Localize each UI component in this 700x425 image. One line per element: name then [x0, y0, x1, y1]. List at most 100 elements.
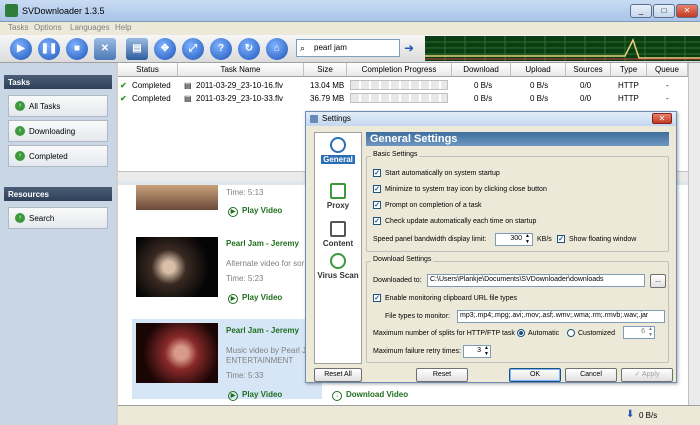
- nav-general[interactable]: General: [315, 137, 361, 164]
- video-thumbnail[interactable]: [136, 323, 218, 383]
- folder-icon[interactable]: ▤: [126, 38, 148, 60]
- spinner-icon[interactable]: ▲ ▼: [525, 233, 530, 245]
- minimize-tray-checkbox[interactable]: ✓ Minimize to system tray icon by clickin…: [373, 185, 547, 193]
- dialog-titlebar: Settings ✕: [306, 112, 676, 126]
- speed-graph: [425, 36, 700, 61]
- check-icon: ✔: [120, 81, 127, 90]
- download-video-link[interactable]: ↓ Download Video: [332, 390, 408, 401]
- stop-icon[interactable]: ■: [66, 38, 88, 60]
- menu-options[interactable]: Options: [34, 23, 62, 32]
- prompt-completion-checkbox[interactable]: ✓ Prompt on completion of a task: [373, 201, 482, 209]
- spinner-icon[interactable]: ▲ ▼: [484, 345, 489, 357]
- check-update-checkbox[interactable]: ✓ Check update automatically each time on…: [373, 217, 536, 225]
- col-download[interactable]: Download: [452, 63, 511, 77]
- tasks-header: Tasks: [4, 75, 112, 89]
- check-icon: ✓: [373, 217, 381, 225]
- col-size[interactable]: Size: [304, 63, 347, 77]
- col-type[interactable]: Type: [611, 63, 647, 77]
- show-floating-checkbox[interactable]: ✓ Show floating window: [557, 235, 636, 243]
- start-startup-checkbox[interactable]: ✓ Start automatically on system startup: [373, 169, 500, 177]
- content-icon: [330, 221, 346, 237]
- minimize-button[interactable]: _: [630, 4, 652, 18]
- checkbox-label: Show floating window: [569, 235, 637, 243]
- row-upload: 0 B/s: [530, 94, 549, 103]
- retry-value: 3: [477, 347, 481, 354]
- file-icon: ▤: [184, 81, 192, 90]
- video-title[interactable]: Pearl Jam - Jeremy: [226, 239, 299, 248]
- progress-bar: [350, 80, 448, 90]
- menu-help[interactable]: Help: [115, 23, 131, 32]
- sidebar-item-all-tasks[interactable]: › All Tasks: [8, 95, 108, 117]
- nav-virus-scan[interactable]: Virus Scan: [315, 253, 361, 280]
- check-icon: ✓: [373, 169, 381, 177]
- row-status: Completed: [132, 81, 171, 90]
- search-icon: ⌕: [300, 43, 306, 53]
- sidebar-label: Downloading: [29, 127, 76, 136]
- play-icon[interactable]: ▶: [10, 38, 32, 60]
- settings-nav: General Proxy Content Virus Scan: [314, 132, 362, 364]
- row-type: HTTP: [618, 81, 639, 90]
- col-task-name[interactable]: Task Name: [178, 63, 304, 77]
- col-progress[interactable]: Completion Progress: [347, 63, 452, 77]
- menu-bar: Tasks Options Languages Help: [0, 22, 700, 35]
- automatic-radio[interactable]: Automatic: [517, 329, 559, 337]
- row-download: 0 B/s: [474, 81, 493, 90]
- col-status[interactable]: Status: [118, 63, 178, 77]
- ok-button[interactable]: OK: [509, 368, 561, 382]
- video-title[interactable]: Pearl Jam - Jeremy: [226, 326, 299, 335]
- row-sources: 0/0: [580, 94, 592, 103]
- help-icon[interactable]: ?: [210, 38, 232, 60]
- group-legend: Download Settings: [371, 256, 434, 263]
- nav-proxy[interactable]: Proxy: [315, 183, 361, 210]
- cancel-button[interactable]: Cancel: [565, 368, 617, 382]
- go-arrow-icon[interactable]: ➜: [404, 41, 418, 55]
- col-upload[interactable]: Upload: [511, 63, 566, 77]
- delete-icon[interactable]: ✕: [94, 38, 116, 60]
- video-thumbnail[interactable]: [136, 185, 218, 210]
- customized-radio[interactable]: Customized: [567, 329, 615, 337]
- video-time: Time: 5:33: [226, 371, 264, 380]
- video-description: Alternate video for sor: [226, 259, 305, 268]
- menu-tasks[interactable]: Tasks: [8, 23, 28, 32]
- dialog-close-button[interactable]: ✕: [652, 113, 672, 124]
- col-sources[interactable]: Sources: [566, 63, 611, 77]
- play-video-link[interactable]: ▶ Play Video: [228, 293, 282, 304]
- col-queue[interactable]: Queue: [647, 63, 688, 77]
- close-button[interactable]: ✕: [676, 4, 698, 18]
- reset-all-button[interactable]: Reset All: [314, 368, 362, 382]
- search-box[interactable]: ⌕ pearl jam: [296, 39, 400, 57]
- browse-button[interactable]: ...: [650, 274, 666, 288]
- arrow-icon: ›: [15, 151, 25, 161]
- settings-dialog: Settings ✕ General Proxy Content Virus S…: [305, 111, 677, 383]
- monitor-clipboard-checkbox[interactable]: ✓ Enable monitoring clipboard URL file ty…: [373, 294, 517, 302]
- table-row[interactable]: ✔ Completed ▤ 2011-03-29_23-10-33.flv 36…: [118, 92, 688, 105]
- sidebar-item-search[interactable]: › Search: [8, 207, 108, 229]
- nav-content[interactable]: Content: [315, 221, 361, 248]
- play-video-link[interactable]: ▶ Play Video: [228, 206, 282, 217]
- title-bar: SVDownloader 1.3.5 _ □ ✕: [0, 0, 700, 22]
- sidebar-item-completed[interactable]: › Completed: [8, 145, 108, 167]
- search-input[interactable]: pearl jam: [314, 43, 347, 52]
- table-row[interactable]: ✔ Completed ▤ 2011-03-29_23-10-16.flv 13…: [118, 79, 688, 92]
- basic-settings-group: Basic Settings ✓ Start automatically on s…: [366, 151, 669, 252]
- home-icon[interactable]: ⌂: [266, 38, 288, 60]
- reset-button[interactable]: Reset: [416, 368, 468, 382]
- file-types-input[interactable]: mp3;.mp4;.mpg;.avi;.mov;.asf;.wmv;.wma;.…: [457, 310, 665, 323]
- settings-app-icon: [310, 115, 318, 123]
- apply-button[interactable]: ✓ Apply: [621, 368, 673, 382]
- maximize-button[interactable]: □: [653, 4, 675, 18]
- video-description: Music video by Pearl J: [226, 346, 307, 355]
- crop-icon[interactable]: ⤢: [182, 38, 204, 60]
- proxy-icon: [330, 183, 346, 199]
- main-vscroll[interactable]: [688, 63, 700, 405]
- settings-icon[interactable]: ✥: [154, 38, 176, 60]
- download-path-input[interactable]: C:\Users\Plankje\Documents\SVDownloader\…: [427, 274, 645, 287]
- refresh-icon[interactable]: ↻: [238, 38, 260, 60]
- video-thumbnail[interactable]: [136, 237, 218, 297]
- spinner-icon[interactable]: ▲ ▼: [648, 326, 653, 338]
- play-video-link[interactable]: ▶ Play Video: [228, 390, 282, 401]
- radio-selected-icon: [517, 329, 525, 337]
- sidebar-item-downloading[interactable]: › Downloading: [8, 120, 108, 142]
- menu-languages[interactable]: Languages: [70, 23, 110, 32]
- pause-icon[interactable]: ❚❚: [38, 38, 60, 60]
